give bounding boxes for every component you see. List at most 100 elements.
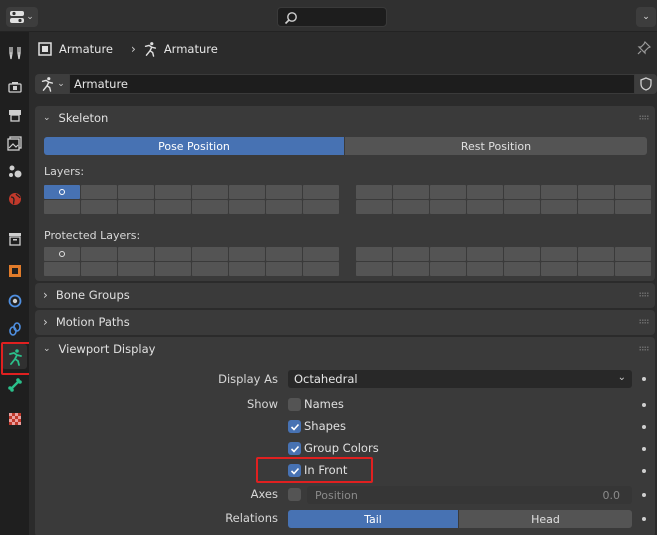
layer-toggle[interactable]: [118, 200, 154, 214]
datablock-name-input[interactable]: Armature: [69, 74, 635, 94]
layer-toggle[interactable]: [303, 200, 339, 214]
protected-layer-toggle[interactable]: [192, 262, 228, 276]
physics-tab[interactable]: [2, 288, 27, 313]
protected-layer-toggle[interactable]: [504, 247, 540, 261]
keyframe-dot-icon[interactable]: [642, 517, 646, 521]
fake-user-button[interactable]: [635, 74, 657, 94]
axes-checkbox[interactable]: [288, 488, 301, 501]
world-tab[interactable]: [2, 186, 27, 211]
keyframe-dot-icon[interactable]: [642, 425, 646, 429]
protected-layer-toggle[interactable]: [303, 262, 339, 276]
layer-toggle[interactable]: [229, 185, 265, 199]
protected-layer-toggle[interactable]: [504, 262, 540, 276]
protected-layer-toggle[interactable]: [356, 247, 392, 261]
layer-toggle[interactable]: [430, 200, 466, 214]
protected-layer-toggle[interactable]: [578, 247, 614, 261]
layer-toggle[interactable]: [303, 185, 339, 199]
search-input[interactable]: [277, 7, 387, 27]
protected-layer-toggle[interactable]: [615, 247, 651, 261]
drag-grip-icon[interactable]: [639, 346, 649, 351]
bone-tab[interactable]: [2, 372, 27, 397]
options-dropdown-button[interactable]: ⌄: [636, 7, 656, 27]
pose-position-button[interactable]: Pose Position: [44, 137, 344, 155]
layer-toggle[interactable]: [430, 185, 466, 199]
layer-toggle[interactable]: [118, 185, 154, 199]
protected-layer-toggle[interactable]: [393, 247, 429, 261]
layer-toggle[interactable]: [266, 200, 302, 214]
axes-position-field[interactable]: Position 0.0: [307, 486, 632, 504]
collection-tab[interactable]: [2, 226, 27, 251]
constraints-tab[interactable]: [2, 316, 27, 341]
viewport-display-panel-header[interactable]: ⌄ Viewport Display: [35, 337, 655, 361]
protected-layer-toggle[interactable]: [118, 247, 154, 261]
layer-toggle[interactable]: [155, 200, 191, 214]
protected-layer-toggle[interactable]: [266, 247, 302, 261]
protected-layer-toggle[interactable]: [541, 262, 577, 276]
pin-icon[interactable]: [637, 40, 652, 58]
protected-layer-toggle[interactable]: [541, 247, 577, 261]
layer-toggle[interactable]: [44, 185, 80, 199]
scene-tab[interactable]: [2, 158, 27, 183]
layer-toggle[interactable]: [155, 185, 191, 199]
protected-layer-toggle[interactable]: [430, 247, 466, 261]
shapes-checkbox[interactable]: [288, 420, 301, 433]
layer-toggle[interactable]: [467, 185, 503, 199]
protected-layer-toggle[interactable]: [81, 262, 117, 276]
protected-layer-toggle[interactable]: [229, 247, 265, 261]
motion-paths-panel-header[interactable]: › Motion Paths: [35, 310, 655, 334]
protected-layer-toggle[interactable]: [155, 247, 191, 261]
layer-toggle[interactable]: [81, 185, 117, 199]
layer-toggle[interactable]: [615, 200, 651, 214]
relations-head-button[interactable]: Head: [459, 510, 632, 528]
layer-toggle[interactable]: [615, 185, 651, 199]
protected-layer-toggle[interactable]: [44, 247, 80, 261]
layer-toggle[interactable]: [393, 200, 429, 214]
layer-toggle[interactable]: [393, 185, 429, 199]
datablock-browse-button[interactable]: ⌄: [35, 74, 69, 94]
tool-tab[interactable]: [2, 40, 27, 65]
keyframe-dot-icon[interactable]: [642, 493, 646, 497]
protected-layer-toggle[interactable]: [81, 247, 117, 261]
display-as-dropdown[interactable]: Octahedral ⌄: [288, 370, 632, 388]
rest-position-button[interactable]: Rest Position: [345, 137, 647, 155]
protected-layer-toggle[interactable]: [430, 262, 466, 276]
layer-toggle[interactable]: [541, 185, 577, 199]
protected-layer-toggle[interactable]: [44, 262, 80, 276]
keyframe-dot-icon[interactable]: [642, 469, 646, 473]
layer-toggle[interactable]: [81, 200, 117, 214]
layer-toggle[interactable]: [541, 200, 577, 214]
protected-layer-toggle[interactable]: [356, 262, 392, 276]
layer-toggle[interactable]: [192, 200, 228, 214]
protected-layer-toggle[interactable]: [467, 262, 503, 276]
protected-layer-toggle[interactable]: [266, 262, 302, 276]
layer-toggle[interactable]: [44, 200, 80, 214]
layer-toggle[interactable]: [356, 200, 392, 214]
bone-groups-panel-header[interactable]: › Bone Groups: [35, 283, 655, 307]
keyframe-dot-icon[interactable]: [642, 447, 646, 451]
protected-layer-toggle[interactable]: [393, 262, 429, 276]
protected-layer-toggle[interactable]: [229, 262, 265, 276]
skeleton-panel-header[interactable]: ⌄ Skeleton: [35, 106, 655, 130]
keyframe-dot-icon[interactable]: [642, 377, 646, 381]
layer-toggle[interactable]: [356, 185, 392, 199]
protected-layer-toggle[interactable]: [467, 247, 503, 261]
output-tab[interactable]: [2, 102, 27, 127]
protected-layer-toggle[interactable]: [118, 262, 154, 276]
object-data-armature-tab[interactable]: [2, 344, 27, 369]
object-tab[interactable]: [2, 258, 27, 283]
layer-toggle[interactable]: [229, 200, 265, 214]
layer-toggle[interactable]: [504, 185, 540, 199]
relations-tail-button[interactable]: Tail: [288, 510, 458, 528]
render-tab[interactable]: [2, 74, 27, 99]
keyframe-dot-icon[interactable]: [642, 403, 646, 407]
drag-grip-icon[interactable]: [639, 115, 649, 120]
group-colors-checkbox[interactable]: [288, 442, 301, 455]
protected-layer-toggle[interactable]: [155, 262, 191, 276]
names-checkbox[interactable]: [288, 398, 301, 411]
texture-tab[interactable]: [2, 406, 27, 431]
layer-toggle[interactable]: [578, 200, 614, 214]
layer-toggle[interactable]: [504, 200, 540, 214]
protected-layer-toggle[interactable]: [578, 262, 614, 276]
protected-layer-toggle[interactable]: [192, 247, 228, 261]
protected-layer-toggle[interactable]: [303, 247, 339, 261]
